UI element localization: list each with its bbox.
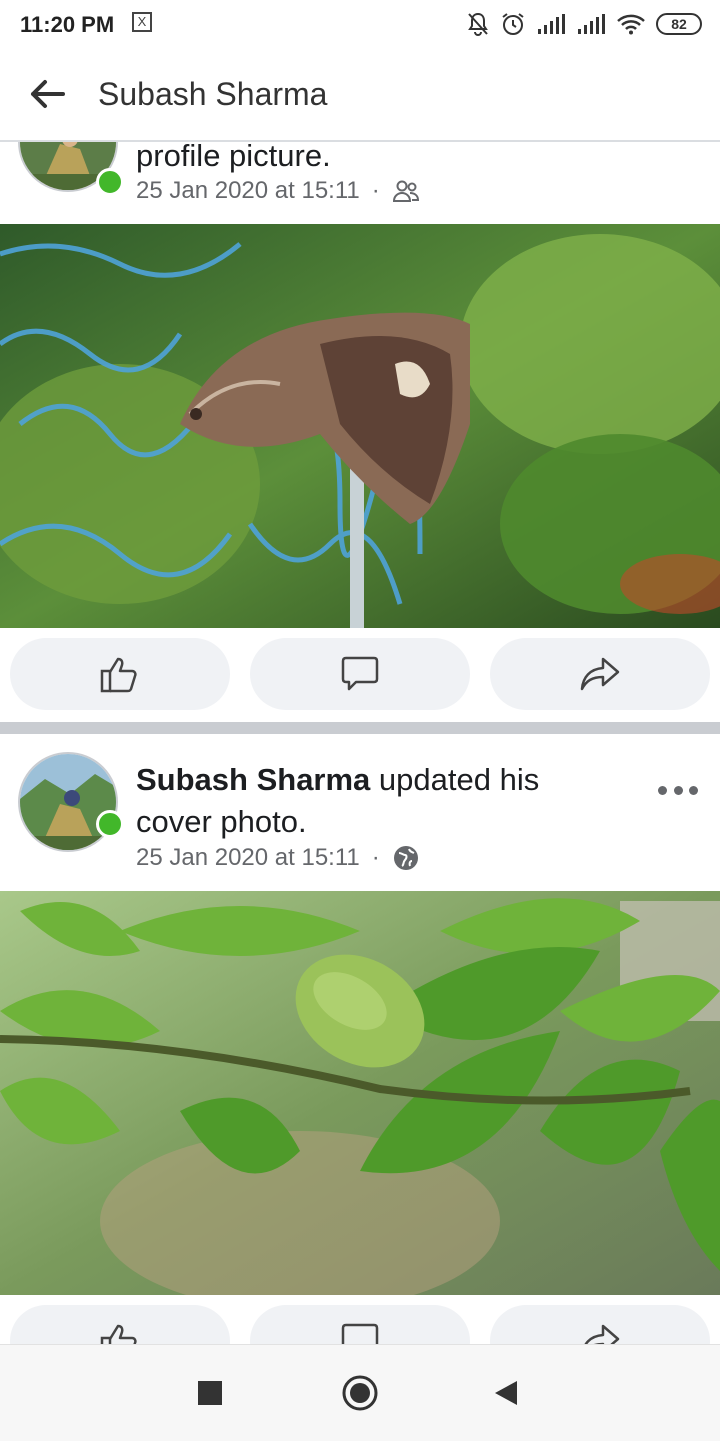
alarm-icon: [502, 13, 524, 35]
status-icons: 82: [466, 10, 702, 38]
like-button[interactable]: [10, 638, 230, 710]
post-text: profile picture.: [136, 142, 656, 177]
globe-icon[interactable]: [392, 844, 420, 872]
meta-separator: ·: [371, 844, 380, 871]
online-status-dot: [96, 810, 124, 838]
post-text-tail: profile picture.: [136, 142, 331, 173]
back-triangle-icon: [495, 1381, 517, 1405]
dot: [673, 785, 683, 795]
share-button[interactable]: [490, 1305, 710, 1344]
feed[interactable]: profile picture. 25 Jan 2020 at 15:11 ·: [0, 142, 720, 1344]
status-time: 11:20 PM: [20, 12, 115, 37]
like-icon: [100, 657, 137, 693]
online-status-dot: [96, 168, 124, 196]
home-button[interactable]: [336, 1369, 384, 1417]
post-meta: 25 Jan 2020 at 15:11 ·: [136, 177, 420, 205]
dot: [658, 785, 667, 795]
dot: [689, 785, 698, 795]
meta-separator: ·: [371, 177, 380, 204]
post-actions: [0, 638, 720, 710]
comment-button[interactable]: [250, 638, 470, 710]
notifications-off-icon: [468, 12, 488, 36]
arrow-left-icon: [31, 80, 65, 108]
wifi-icon: [617, 14, 645, 35]
post-meta: 25 Jan 2020 at 15:11 ·: [136, 844, 420, 872]
recents-square-icon: [198, 1381, 222, 1405]
like-button[interactable]: [10, 1305, 230, 1344]
post-header: profile picture. 25 Jan 2020 at 15:11 ·: [0, 142, 720, 224]
post-photo[interactable]: [0, 224, 720, 628]
moth-photo: [0, 224, 720, 628]
avatar-image: [20, 754, 116, 850]
system-nav-bar: [0, 1344, 720, 1441]
post-text-line2: cover photo.: [136, 804, 307, 839]
post-actions: [0, 1305, 720, 1344]
back-button[interactable]: [22, 72, 72, 116]
home-circle-icon: [342, 1375, 378, 1411]
post-header: Subash Sharma updated his cover photo. 2…: [0, 734, 720, 891]
recents-button[interactable]: [186, 1369, 234, 1417]
notification-icon: X: [132, 12, 152, 32]
fruit-photo: [0, 891, 720, 1295]
comment-icon: [341, 656, 379, 691]
app-header: Subash Sharma: [0, 48, 720, 142]
friends-icon[interactable]: [392, 179, 420, 203]
post-timestamp[interactable]: 25 Jan 2020 at 15:11: [136, 177, 360, 205]
post-text: Subash Sharma updated his cover photo.: [136, 759, 656, 843]
post-timestamp[interactable]: 25 Jan 2020 at 15:11: [136, 844, 360, 872]
status-bar: 11:20 PM X 82: [0, 0, 720, 48]
page-title: Subash Sharma: [98, 76, 328, 112]
system-back-button[interactable]: [482, 1369, 530, 1417]
signal-icon: [538, 14, 565, 34]
share-icon: [580, 657, 620, 691]
more-options-button[interactable]: [658, 780, 698, 800]
comment-button[interactable]: [250, 1305, 470, 1344]
post-photo[interactable]: [0, 891, 720, 1295]
battery-icon: 82: [656, 13, 702, 35]
post-text-line1: updated his: [370, 762, 540, 797]
post-author[interactable]: Subash Sharma: [136, 762, 370, 797]
share-icon: [584, 1324, 620, 1344]
share-button[interactable]: [490, 638, 710, 710]
avatar[interactable]: [18, 752, 118, 852]
post-separator: [0, 722, 720, 734]
like-icon: [100, 1324, 137, 1344]
comment-icon: [341, 1323, 379, 1344]
signal-icon: [578, 14, 605, 34]
